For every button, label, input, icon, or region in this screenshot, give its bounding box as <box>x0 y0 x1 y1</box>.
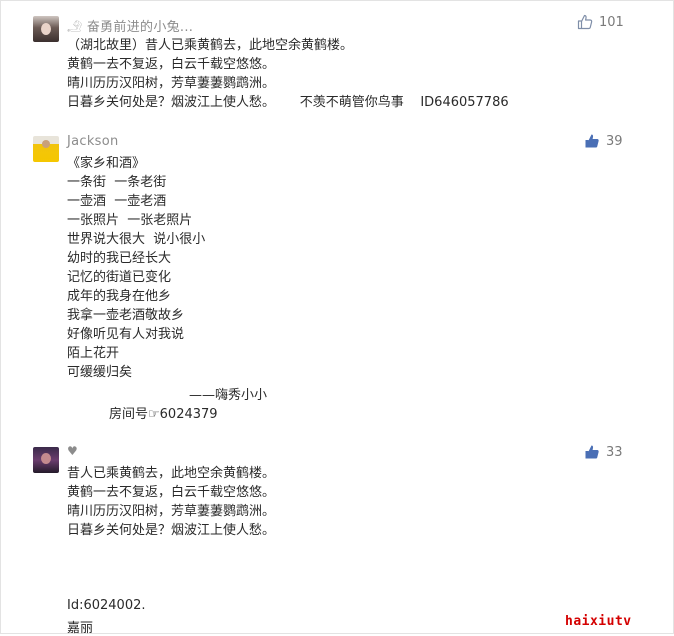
comment-line: （湖北故里）昔人已乘黄鹤去，此地空余黄鹤楼。 <box>67 38 354 53</box>
comment-line: 一壶酒 一壶老酒 <box>67 194 167 209</box>
avatar[interactable] <box>33 16 59 42</box>
comment-username[interactable]: ♥ <box>67 444 78 458</box>
comment-line: 记忆的街道已变化 <box>67 270 172 285</box>
comment-text: 《家乡和酒》 一条街 一条老街 一壶酒 一壶老酒 一张照片 一张老照片 世界说大… <box>67 154 205 382</box>
like-count: 33 <box>606 444 623 460</box>
comment-line: 晴川历历汉阳树，芳草萋萋鹦鹉洲。 <box>67 504 276 519</box>
comment-line: 成年的我身在他乡 <box>67 289 172 304</box>
comment-username[interactable]: 𓄂 奋勇前进的小兔... <box>67 15 193 36</box>
comment-line: 我拿一壶老酒敬故乡 <box>67 308 185 323</box>
like-count: 101 <box>599 14 624 30</box>
comment-line: 幼时的我已经长大 <box>67 251 172 266</box>
poem-signature: ——嗨秀小小 <box>189 388 268 403</box>
thumbs-up-filled-icon <box>585 134 599 148</box>
like-button[interactable]: 39 <box>584 133 623 149</box>
comment-line: 晴川历历汉阳树，芳草萋萋鹦鹉洲。 <box>67 76 276 91</box>
comment-line: 一张照片 一张老照片 <box>67 213 193 228</box>
avatar[interactable] <box>33 447 59 473</box>
like-button[interactable]: 33 <box>584 444 623 460</box>
comment-line: 世界说大很大 说小很小 <box>67 232 206 247</box>
like-count: 39 <box>606 133 623 149</box>
comment-line: 昔人已乘黄鹤去，此地空余黄鹤楼。 <box>67 466 276 481</box>
comment-line: 《家乡和酒》 <box>67 156 146 171</box>
avatar[interactable] <box>33 136 59 162</box>
comment-panel: 𓄂 奋勇前进的小兔... 101 （湖北故里）昔人已乘黄鹤去，此地空余黄鹤楼。 … <box>0 0 674 636</box>
comment-line: 黄鹤一去不复返，白云千载空悠悠。 <box>67 485 276 500</box>
thumbs-up-outline-icon <box>577 14 593 30</box>
user-id-line: Id:6024002. <box>67 598 146 613</box>
comment-username[interactable]: Jackson <box>67 134 119 149</box>
comment-line: 陌上花开 <box>67 346 120 361</box>
thumbs-up-filled-icon <box>585 445 599 459</box>
comment-line: 日暮乡关何处是？烟波江上使人愁。 不羡不萌管你鸟事 ID646057786 <box>67 95 509 110</box>
like-button[interactable]: 101 <box>577 14 624 30</box>
comment-text: （湖北故里）昔人已乘黄鹤去，此地空余黄鹤楼。 黄鹤一去不复返，白云千载空悠悠。 … <box>67 36 509 112</box>
room-number: 房间号☞6024379 <box>109 407 218 422</box>
user-name-line: 嘉丽 <box>67 621 94 636</box>
watermark: haixiutv <box>565 614 632 629</box>
comment-line: 可缓缓归矣 <box>67 365 133 380</box>
comment-text: 昔人已乘黄鹤去，此地空余黄鹤楼。 黄鹤一去不复返，白云千载空悠悠。 晴川历历汉阳… <box>67 464 275 540</box>
comment-line: 黄鹤一去不复返，白云千载空悠悠。 <box>67 57 276 72</box>
comment-line: 好像听见有人对我说 <box>67 327 185 342</box>
comment-line: 日暮乡关何处是？烟波江上使人愁。 <box>67 523 276 538</box>
comment-line: 一条街 一条老街 <box>67 175 167 190</box>
